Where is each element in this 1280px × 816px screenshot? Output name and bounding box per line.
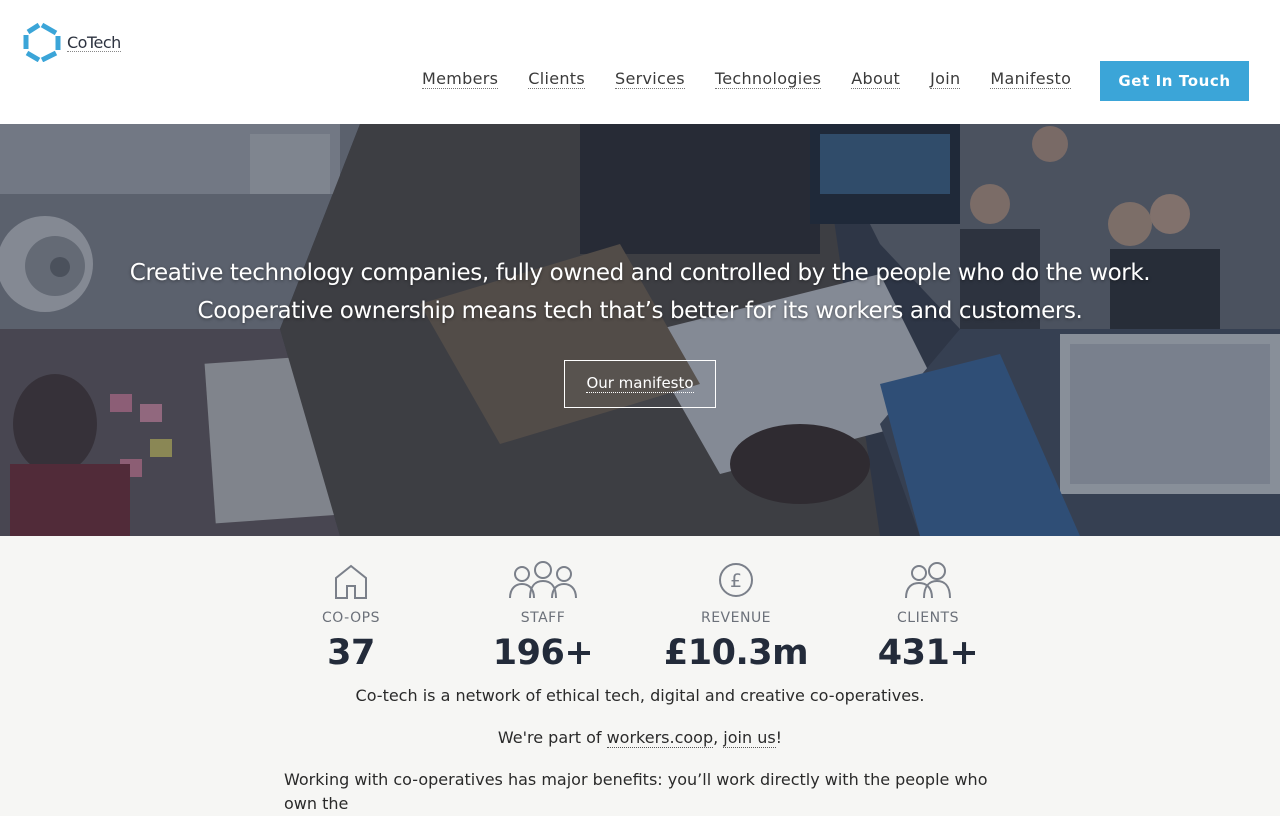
people-icon bbox=[509, 561, 577, 599]
benefits-paragraph: Working with co-operatives has major ben… bbox=[284, 770, 988, 813]
stat-revenue-label: REVENUE bbox=[700, 610, 772, 626]
brand-name: CoTech bbox=[67, 32, 121, 52]
house-icon bbox=[335, 564, 367, 599]
stats-row: CO-OPS 37 STAFF 196+ £ REVENUE £10.3m CL… bbox=[255, 560, 1025, 680]
intro-text: Co-tech is a network of ethical tech, di… bbox=[355, 686, 925, 705]
stat-clients-label: CLIENTS bbox=[897, 610, 959, 626]
svg-text:£: £ bbox=[730, 570, 742, 592]
our-manifesto-button[interactable]: Our manifesto bbox=[564, 360, 716, 408]
nav-members[interactable]: Members bbox=[422, 70, 499, 89]
stat-clients-value: 431+ bbox=[877, 633, 979, 673]
hero-headline: Creative technology companies, fully own… bbox=[0, 254, 1280, 330]
logo-link[interactable]: CoTech bbox=[22, 22, 121, 62]
stat-revenue: £ REVENUE £10.3m bbox=[640, 560, 832, 674]
hero-line-1: Creative technology companies, fully own… bbox=[129, 260, 1151, 286]
cotech-logo-icon bbox=[23, 22, 61, 62]
nav-join[interactable]: Join bbox=[930, 70, 961, 89]
workers-coop-line: We're part of workers.coop, join us! bbox=[0, 728, 1280, 748]
stat-clients: CLIENTS 431+ bbox=[832, 560, 1024, 674]
workers-coop-link[interactable]: workers.coop bbox=[606, 728, 714, 748]
workers-coop-sep: , bbox=[713, 728, 724, 747]
pair-icon bbox=[905, 562, 951, 599]
our-manifesto-label: Our manifesto bbox=[586, 374, 694, 393]
hero-banner: Creative technology companies, fully own… bbox=[0, 124, 1280, 536]
stat-coops-label: CO-OPS bbox=[322, 610, 380, 626]
join-us-link[interactable]: join us bbox=[723, 728, 776, 748]
stat-staff-value: 196+ bbox=[492, 633, 594, 673]
nav-clients[interactable]: Clients bbox=[528, 70, 586, 89]
stat-staff: STAFF 196+ bbox=[447, 560, 639, 674]
stat-coops: CO-OPS 37 bbox=[255, 560, 447, 674]
stat-staff-label: STAFF bbox=[520, 610, 566, 626]
hero-line-2: Cooperative ownership means tech that’s … bbox=[197, 298, 1083, 324]
pound-icon: £ bbox=[719, 563, 753, 597]
nav-about[interactable]: About bbox=[851, 70, 901, 89]
stat-coops-value: 37 bbox=[327, 633, 375, 673]
site-header: CoTech Members Clients Services Technolo… bbox=[0, 0, 1280, 124]
nav-manifesto[interactable]: Manifesto bbox=[990, 70, 1072, 89]
workers-coop-suffix: ! bbox=[775, 728, 783, 747]
get-in-touch-button[interactable]: Get In Touch bbox=[1100, 61, 1249, 101]
nav-services[interactable]: Services bbox=[615, 70, 685, 89]
nav-technologies[interactable]: Technologies bbox=[714, 70, 822, 89]
stat-revenue-value: £10.3m bbox=[663, 633, 809, 673]
workers-coop-prefix: We're part of bbox=[497, 728, 607, 747]
main-nav: Members Clients Services Technologies Ab… bbox=[422, 70, 1072, 89]
hero-overlay bbox=[0, 124, 1280, 536]
